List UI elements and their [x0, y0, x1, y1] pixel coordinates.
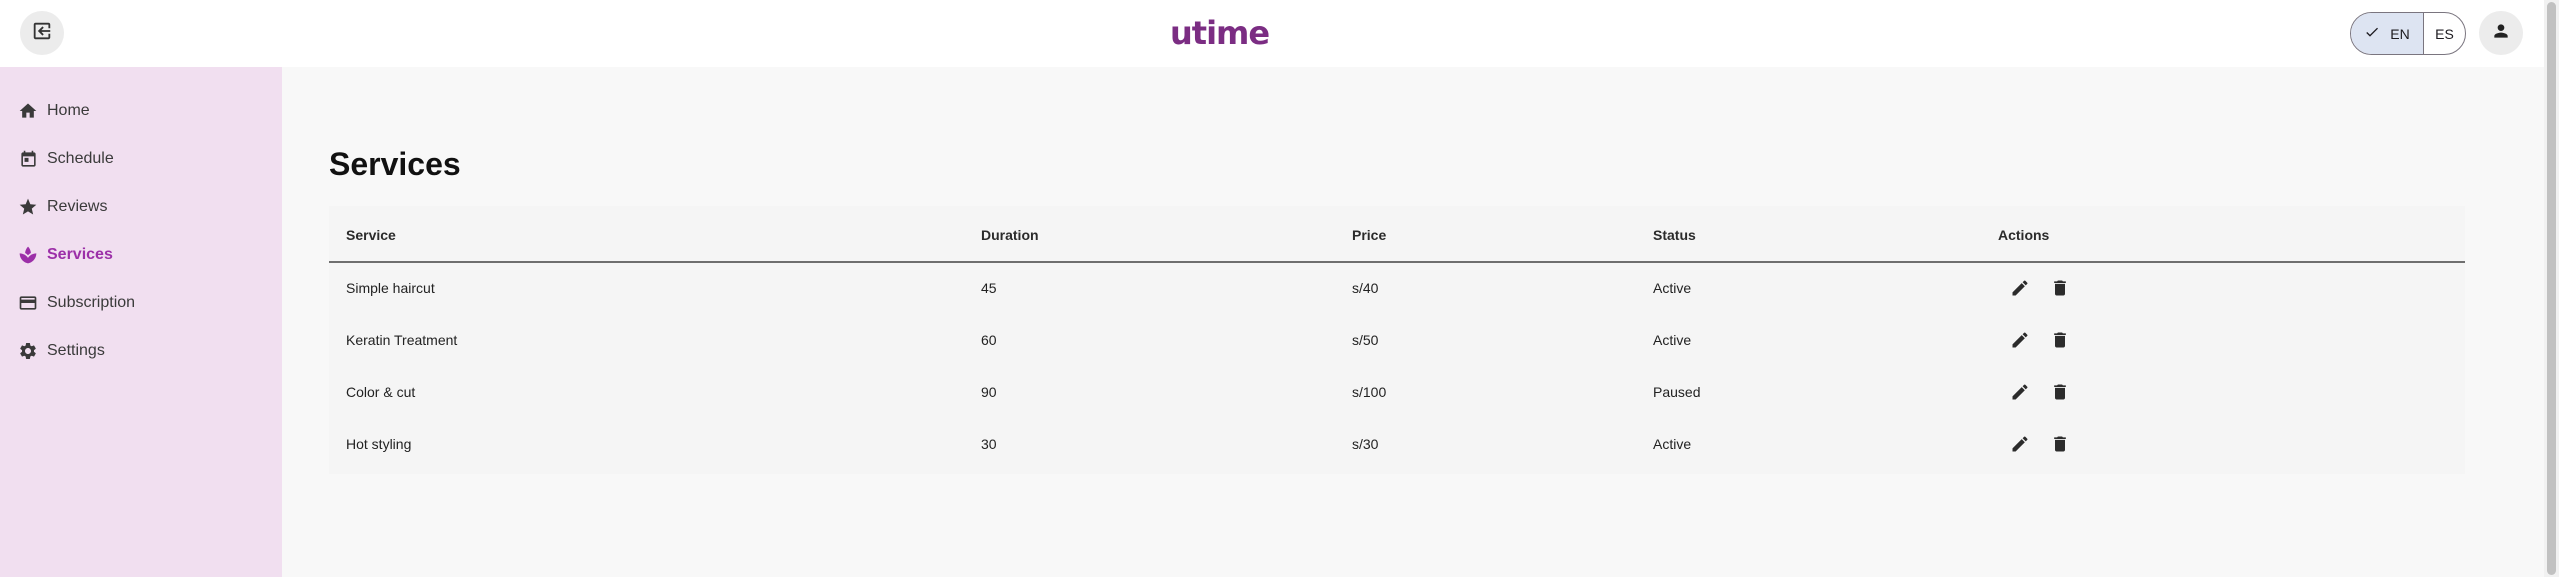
edit-button[interactable] — [2004, 430, 2036, 462]
delete-button[interactable] — [2044, 430, 2076, 462]
header-divider — [329, 261, 2465, 263]
card-icon — [17, 292, 39, 314]
cell-price: s/40 — [1352, 280, 1379, 296]
check-icon — [2364, 24, 2380, 43]
delete-button[interactable] — [2044, 274, 2076, 306]
delete-button[interactable] — [2044, 326, 2076, 358]
language-toggle: EN ES — [2350, 12, 2466, 55]
table-row: Keratin Treatment 60 s/50 Active — [329, 316, 2465, 368]
page-title: Services — [329, 146, 461, 182]
language-label-es: ES — [2435, 25, 2454, 42]
top-app-bar: utime EN ES — [0, 0, 2544, 67]
cell-duration: 30 — [981, 436, 997, 452]
sidebar-item-label: Services — [47, 246, 113, 263]
edit-button[interactable] — [2004, 274, 2036, 306]
cell-service: Keratin Treatment — [346, 332, 458, 348]
cell-service: Color & cut — [346, 384, 416, 400]
cell-status: Active — [1653, 280, 1692, 296]
edit-button[interactable] — [2004, 378, 2036, 410]
column-header-price: Price — [1352, 227, 1387, 243]
person-icon — [2491, 21, 2511, 46]
star-icon — [17, 196, 39, 218]
trash-icon — [2050, 434, 2070, 459]
logout-icon — [31, 20, 53, 47]
cell-duration: 90 — [981, 384, 997, 400]
home-icon — [17, 100, 39, 122]
pencil-icon — [2010, 330, 2030, 355]
cell-service: Simple haircut — [346, 280, 435, 296]
services-table: Service Duration Price Status Actions Si… — [329, 206, 2465, 474]
cell-duration: 45 — [981, 280, 997, 296]
sidebar-item-label: Subscription — [47, 294, 136, 311]
scrollbar-thumb[interactable] — [2547, 2, 2556, 575]
column-header-status: Status — [1653, 227, 1696, 243]
column-header-actions: Actions — [1998, 227, 2050, 243]
logout-button[interactable] — [20, 11, 64, 55]
cell-price: s/100 — [1352, 384, 1387, 400]
pencil-icon — [2010, 434, 2030, 459]
sidebar-item-home[interactable]: Home — [0, 89, 282, 133]
cell-price: s/50 — [1352, 332, 1379, 348]
cell-status: Active — [1653, 332, 1692, 348]
trash-icon — [2050, 278, 2070, 303]
language-option-es[interactable]: ES — [2424, 13, 2465, 54]
sidebar: Home Schedule Reviews Services Subscript… — [0, 67, 282, 577]
table-row: Hot styling 30 s/30 Active — [329, 420, 2465, 472]
app-logo: utime — [1170, 14, 1270, 52]
sidebar-item-schedule[interactable]: Schedule — [0, 137, 282, 181]
sidebar-item-services[interactable]: Services — [0, 233, 282, 277]
calendar-icon — [17, 148, 39, 170]
sidebar-item-reviews[interactable]: Reviews — [0, 185, 282, 229]
sidebar-item-label: Reviews — [47, 198, 108, 215]
table-row: Color & cut 90 s/100 Paused — [329, 368, 2465, 420]
column-header-duration: Duration — [981, 227, 1039, 243]
cell-duration: 60 — [981, 332, 997, 348]
profile-button[interactable] — [2479, 11, 2523, 55]
sidebar-item-settings[interactable]: Settings — [0, 329, 282, 373]
pencil-icon — [2010, 278, 2030, 303]
spa-icon — [17, 244, 39, 266]
trash-icon — [2050, 330, 2070, 355]
sidebar-item-subscription[interactable]: Subscription — [0, 281, 282, 325]
language-option-en[interactable]: EN — [2351, 13, 2424, 54]
language-label-en: EN — [2390, 25, 2410, 42]
sidebar-item-label: Settings — [47, 342, 105, 359]
sidebar-item-label: Schedule — [47, 150, 114, 167]
trash-icon — [2050, 382, 2070, 407]
cell-price: s/30 — [1352, 436, 1379, 452]
cell-status: Paused — [1653, 384, 1701, 400]
delete-button[interactable] — [2044, 378, 2076, 410]
pencil-icon — [2010, 382, 2030, 407]
column-header-service: Service — [346, 227, 396, 243]
vertical-scrollbar[interactable] — [2544, 0, 2559, 577]
gear-icon — [17, 340, 39, 362]
sidebar-item-label: Home — [47, 102, 90, 119]
table-row: Simple haircut 45 s/40 Active — [329, 264, 2465, 316]
edit-button[interactable] — [2004, 326, 2036, 358]
cell-service: Hot styling — [346, 436, 412, 452]
cell-status: Active — [1653, 436, 1692, 452]
